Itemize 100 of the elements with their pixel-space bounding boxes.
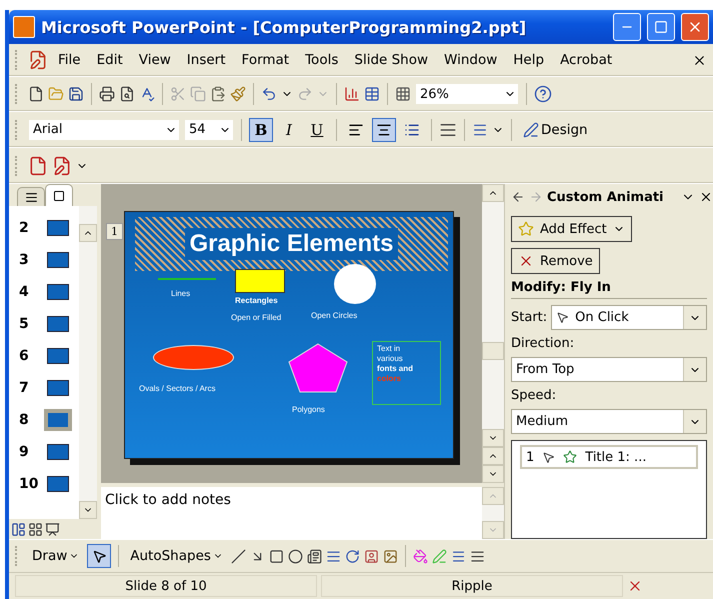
close-icon[interactable]: [699, 190, 713, 204]
slide-thumbnail[interactable]: [47, 316, 69, 332]
menu-item[interactable]: Slide Show: [348, 49, 434, 71]
picture-icon[interactable]: [382, 548, 398, 564]
shape-label: Ovals / Sectors / Arcs: [139, 384, 216, 393]
slide-number: 8: [19, 411, 30, 429]
bold-button[interactable]: B: [249, 118, 273, 142]
slide-thumbnail[interactable]: [44, 409, 72, 431]
normal-view-icon[interactable]: [11, 522, 26, 536]
slide-number: 2: [19, 219, 30, 237]
menu-item[interactable]: File: [52, 49, 87, 71]
remove-button[interactable]: Remove: [511, 248, 600, 274]
italic-button[interactable]: I: [277, 118, 301, 142]
square-icon: [53, 190, 65, 202]
add-effect-button[interactable]: Add Effect: [511, 216, 632, 242]
window-title: Microsoft PowerPoint - [ComputerProgramming2.ppt]: [41, 18, 528, 36]
design-button[interactable]: Design: [519, 120, 592, 140]
design-icon: [523, 122, 539, 138]
line-color-icon[interactable]: [432, 548, 447, 564]
shape-label: Open or Filled: [231, 313, 282, 322]
close-button[interactable]: [681, 13, 709, 41]
speed-dropdown[interactable]: Medium: [511, 409, 707, 434]
autoshapes-menu[interactable]: AutoShapes: [126, 546, 227, 566]
grid-icon[interactable]: [395, 86, 411, 102]
paste-icon[interactable]: [210, 86, 226, 102]
rectangle-shape[interactable]: [235, 269, 285, 293]
slides-tab[interactable]: [45, 184, 73, 206]
align-center-icon: [376, 122, 392, 138]
status-text: Ripple: [321, 575, 623, 597]
zoom-field[interactable]: 26%: [415, 83, 519, 105]
slide-thumbnail[interactable]: [47, 444, 69, 460]
slide-thumbnail[interactable]: [47, 476, 69, 492]
shape-label: Polygons: [292, 405, 325, 414]
maximize-button[interactable]: [647, 13, 675, 41]
text-box[interactable]: Text in various fonts and colors: [372, 341, 441, 405]
oval-icon[interactable]: [288, 548, 303, 564]
document-icon: [28, 50, 48, 70]
modify-heading: Modify: Fly In: [511, 280, 707, 299]
new-icon[interactable]: [28, 86, 44, 102]
select-button[interactable]: [87, 544, 112, 568]
preview-icon[interactable]: [119, 86, 135, 102]
minimize-button[interactable]: [613, 13, 641, 41]
direction-dropdown[interactable]: From Top: [511, 357, 707, 382]
slide-number: 5: [19, 315, 30, 333]
menu-item[interactable]: Window: [438, 49, 504, 71]
menu-item[interactable]: Acrobat: [554, 49, 618, 71]
chart-icon[interactable]: [344, 86, 360, 102]
menu-item[interactable]: View: [132, 49, 177, 71]
font-field[interactable]: Arial: [28, 118, 180, 140]
undo-icon[interactable]: [261, 86, 277, 102]
slide-number: 4: [19, 283, 30, 301]
pointer-icon: [92, 548, 107, 564]
pdf-icon[interactable]: [28, 156, 48, 176]
draw-menu[interactable]: Draw: [28, 546, 84, 566]
print-icon[interactable]: [99, 86, 115, 102]
circle-shape[interactable]: [334, 264, 376, 304]
outline-tab[interactable]: [17, 187, 45, 206]
fill-color-icon[interactable]: [412, 548, 428, 564]
align-left-icon: [348, 122, 364, 138]
shape-label: Open Circles: [311, 311, 358, 320]
bullets-icon: [404, 122, 420, 138]
field-label: Speed:: [511, 388, 558, 403]
menu-item[interactable]: Format: [236, 49, 296, 71]
slide-thumbnail[interactable]: [47, 380, 69, 396]
brush-icon[interactable]: [230, 86, 246, 102]
line-style-icon[interactable]: [470, 548, 485, 564]
star-icon: [563, 450, 578, 464]
slide-thumbnail[interactable]: [47, 284, 69, 300]
shape-label: Rectangles: [235, 296, 278, 305]
slideshow-view-icon[interactable]: [45, 522, 60, 536]
menu-item[interactable]: Tools: [299, 49, 344, 71]
text-box-line: fonts and: [377, 364, 414, 373]
effect-item[interactable]: 1 Title 1: ...: [520, 445, 698, 469]
pentagon-shape[interactable]: [288, 343, 348, 393]
slide-thumbnail[interactable]: [47, 252, 69, 268]
menu-item[interactable]: Edit: [90, 49, 129, 71]
start-dropdown[interactable]: On Click: [551, 305, 707, 330]
slide-number: 7: [19, 379, 30, 397]
menu-item[interactable]: Help: [507, 49, 550, 71]
slide-number: 9: [19, 443, 30, 461]
slide-thumbnail[interactable]: [47, 348, 69, 364]
scroll-thumb[interactable]: [482, 342, 504, 360]
star-icon: [518, 221, 534, 237]
save-icon[interactable]: [68, 86, 84, 102]
rectangle-icon[interactable]: [268, 548, 284, 564]
underline-button[interactable]: U: [305, 118, 329, 142]
line-icon[interactable]: [230, 548, 246, 564]
field-label: Direction:: [511, 336, 576, 351]
size-field[interactable]: 54: [184, 118, 234, 140]
help-icon[interactable]: [534, 85, 552, 103]
slide-number: 3: [19, 251, 30, 269]
sorter-view-icon[interactable]: [28, 522, 43, 536]
align-center-button[interactable]: [372, 118, 396, 142]
slide-thumbnail[interactable]: [47, 220, 69, 236]
text-box-line: colors: [377, 374, 402, 383]
menu-item[interactable]: Insert: [180, 49, 232, 71]
back-icon[interactable]: [511, 190, 525, 204]
table-icon[interactable]: [364, 86, 380, 102]
slide-title[interactable]: Graphic Elements: [135, 217, 448, 271]
slide-number: 10: [19, 475, 39, 493]
